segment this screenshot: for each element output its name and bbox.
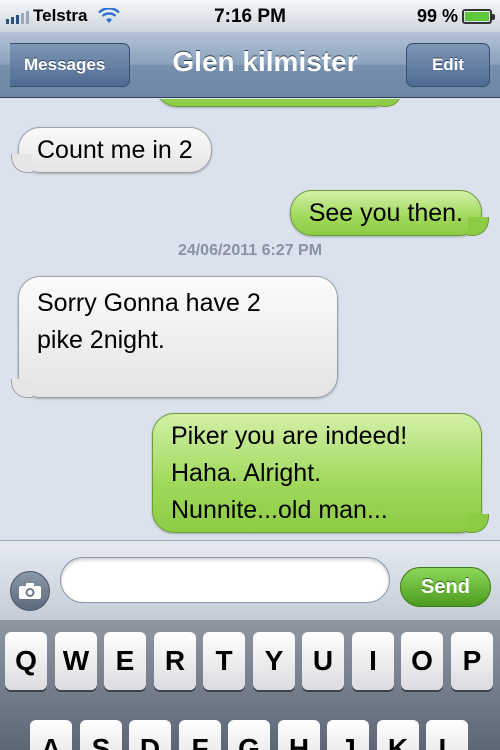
message-text: Piker you are indeed! Haha. Alright. Nun… bbox=[171, 422, 408, 524]
message-text: Sorry Gonna have 2 pike 2night. bbox=[37, 289, 261, 354]
key-s[interactable]: S bbox=[80, 720, 122, 750]
key-o[interactable]: O bbox=[401, 632, 443, 690]
conversation-title: Glen kilmister bbox=[172, 46, 358, 77]
message-bubble-outgoing: Piker you are indeed! Haha. Alright. Nun… bbox=[152, 413, 489, 533]
battery-fill bbox=[465, 12, 489, 21]
key-w[interactable]: W bbox=[55, 632, 97, 690]
messages-back-button[interactable]: Messages bbox=[10, 43, 130, 87]
compose-bar: Send bbox=[0, 540, 500, 620]
send-button[interactable]: Send bbox=[400, 567, 491, 607]
battery-percent: 99 % bbox=[416, 6, 458, 26]
message-timestamp: 24/06/2011 6:27 PM bbox=[177, 242, 323, 259]
key-u[interactable]: U bbox=[302, 632, 344, 690]
battery-icon bbox=[462, 9, 495, 24]
key-a[interactable]: A bbox=[30, 720, 72, 750]
camera-icon bbox=[19, 583, 41, 599]
back-button-label: Messages bbox=[24, 55, 106, 74]
key-y[interactable]: Y bbox=[253, 632, 295, 690]
key-i[interactable]: I bbox=[352, 632, 394, 690]
camera-button[interactable] bbox=[10, 571, 50, 611]
key-f[interactable]: F bbox=[179, 720, 221, 750]
key-p[interactable]: P bbox=[451, 632, 493, 690]
key-g[interactable]: G bbox=[228, 720, 270, 750]
key-r[interactable]: R bbox=[154, 632, 196, 690]
keyboard: Q W E R T Y U I O P A S D F G H J K L bbox=[0, 620, 500, 750]
status-right: 99 % bbox=[416, 6, 495, 27]
message-text: See you then. bbox=[308, 199, 463, 227]
message-bubble-outgoing-partial bbox=[155, 99, 402, 107]
key-j[interactable]: J bbox=[327, 720, 369, 750]
navigation-bar: Messages Glen kilmister Edit bbox=[0, 32, 500, 98]
message-bubble-incoming: Count me in 2 bbox=[11, 127, 212, 173]
edit-button[interactable]: Edit bbox=[406, 43, 490, 87]
key-h[interactable]: H bbox=[278, 720, 320, 750]
conversation-view[interactable]: Count me in 2 See you then. 24/06/2011 6… bbox=[0, 99, 500, 540]
key-k[interactable]: K bbox=[377, 720, 419, 750]
message-bubble-outgoing: See you then. bbox=[289, 190, 490, 236]
key-l[interactable]: L bbox=[426, 720, 468, 750]
message-bubble-incoming: Sorry Gonna have 2 pike 2night. bbox=[11, 276, 338, 398]
message-text: Count me in 2 bbox=[37, 136, 193, 164]
key-q[interactable]: Q bbox=[5, 632, 47, 690]
message-input[interactable] bbox=[60, 557, 390, 603]
key-d[interactable]: D bbox=[129, 720, 171, 750]
status-bar: Telstra 7:16 PM 99 % bbox=[0, 0, 500, 32]
key-e[interactable]: E bbox=[104, 632, 146, 690]
key-t[interactable]: T bbox=[203, 632, 245, 690]
